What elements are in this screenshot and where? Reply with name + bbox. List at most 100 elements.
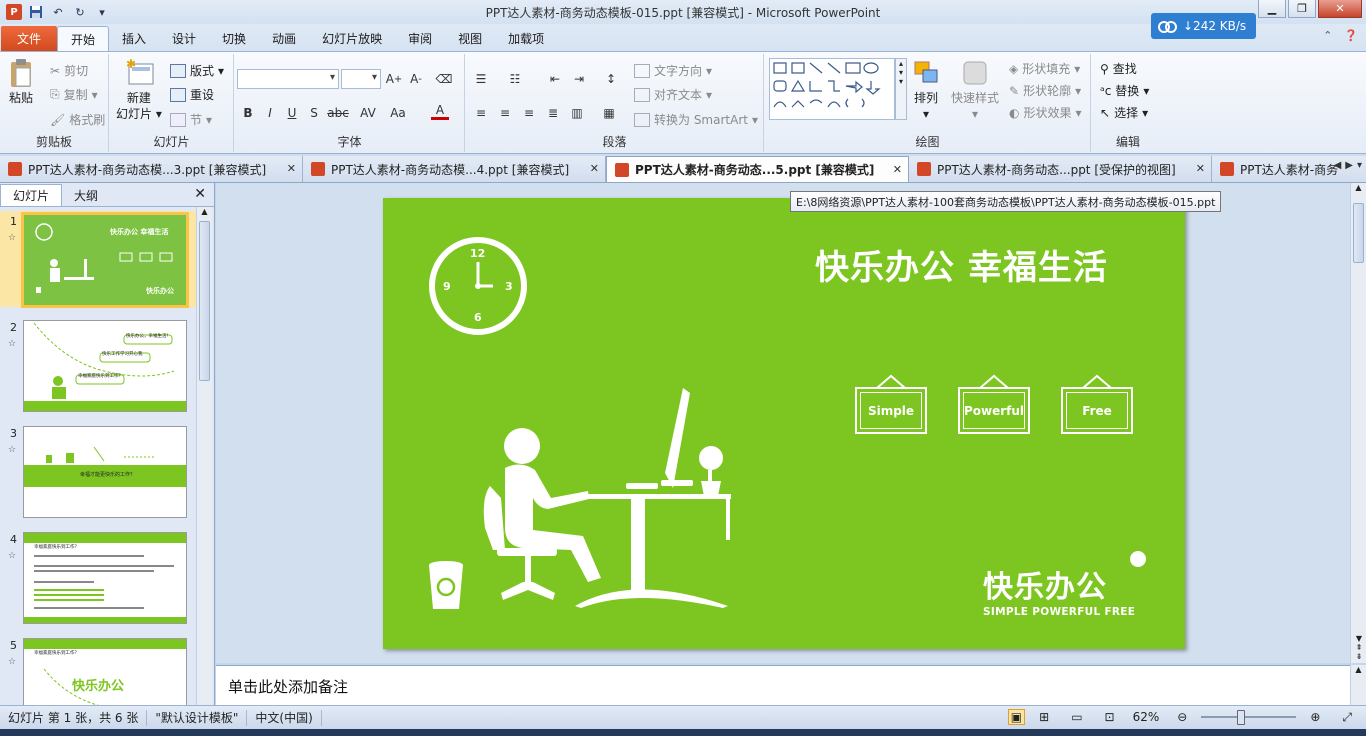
numbering-icon[interactable]: ☷ <box>506 70 524 88</box>
tab-insert[interactable]: 插入 <box>109 26 159 51</box>
slide-logo[interactable]: 快乐办公 SIMPLE POWERFUL FREE <box>983 562 1135 618</box>
slide-title[interactable]: 快乐办公 幸福生活 <box>815 240 1108 289</box>
current-slide[interactable]: 12 3 6 9 快乐办公 幸福生活 Simple Powerful Free … <box>383 198 1185 649</box>
select-button[interactable]: ↖ 选择 ▾ <box>1100 104 1148 121</box>
slide-thumbnail-row[interactable]: 5 ☆ 幸福家庭快乐到工作？ 快乐办公 <box>0 635 196 705</box>
tab-addins[interactable]: 加载项 <box>495 26 557 51</box>
zoom-in-icon[interactable]: ⊕ <box>1302 710 1328 724</box>
tab-design[interactable]: 设计 <box>159 26 209 51</box>
slide-nav-arrows[interactable]: ▼ ⇞ ⇟ <box>1351 634 1366 661</box>
zoom-out-icon[interactable]: ⊖ <box>1169 710 1195 724</box>
close-tab-icon[interactable]: ✕ <box>287 162 296 175</box>
copy-button[interactable]: ⎘ 复制 ▾ <box>50 86 98 103</box>
bullets-icon[interactable]: ☰ <box>472 70 490 88</box>
notes-pane[interactable]: 单击此处添加备注 <box>216 665 1350 705</box>
underline-icon[interactable]: U <box>283 104 301 122</box>
columns-icon[interactable]: ▦ <box>600 104 618 122</box>
grow-font-icon[interactable]: A + <box>385 70 403 88</box>
new-slide-button[interactable]: ✱ 新建 幻灯片 ▾ <box>116 58 162 122</box>
zoom-level[interactable]: 62% <box>1129 710 1164 724</box>
arrange-button[interactable]: 排列 ▾ <box>911 58 941 122</box>
frame-simple[interactable]: Simple <box>855 373 927 434</box>
minimize-button[interactable]: ▁ <box>1258 0 1286 18</box>
shape-effects-button[interactable]: ◐ 形状效果 ▾ <box>1009 104 1082 121</box>
text-direction-button[interactable]: 文字方向 ▾ <box>634 62 712 79</box>
convert-smartart-button[interactable]: 转换为 SmartArt ▾ <box>634 111 758 128</box>
slide-thumbnail-5[interactable]: 幸福家庭快乐到工作？ 快乐办公 <box>23 638 187 705</box>
close-tab-icon[interactable]: ✕ <box>1196 162 1205 175</box>
tab-view[interactable]: 视图 <box>445 26 495 51</box>
tab-slides-pane[interactable]: 幻灯片 <box>0 184 63 206</box>
slide-thumbnail-row[interactable]: 1 ☆ 快乐办公 快乐办公 幸福生活 <box>0 211 196 308</box>
char-spacing-icon[interactable]: AV <box>359 104 377 122</box>
shape-fill-button[interactable]: ◈ 形状填充 ▾ <box>1009 60 1080 77</box>
customize-qat-icon[interactable]: ▾ <box>94 4 110 20</box>
slide-thumbnail-2[interactable]: 快乐办公，幸福生活！ 快乐工作学习开心我 幸福家庭快乐到工作？ <box>23 320 187 412</box>
restore-button[interactable]: ❐ <box>1288 0 1316 18</box>
cut-button[interactable]: ✂ 剪切 <box>50 62 88 79</box>
close-button[interactable]: ✕ <box>1318 0 1362 18</box>
italic-icon[interactable]: I <box>261 104 279 122</box>
align-center-icon[interactable]: ≡ <box>496 104 514 122</box>
tab-file[interactable]: 文件 <box>1 26 57 51</box>
doc-tab[interactable]: PPT达人素材-商务动态...ppt [受保护的视图] ✕ <box>909 156 1212 182</box>
zoom-slider[interactable] <box>1201 710 1297 725</box>
clear-format-icon[interactable]: ⌫ <box>435 70 453 88</box>
undo-icon[interactable]: ↶ <box>50 4 66 20</box>
tab-list-icon[interactable]: ▾ <box>1357 160 1362 171</box>
layout-button[interactable]: 版式 ▾ <box>170 62 224 79</box>
minimize-ribbon-icon[interactable]: ⌃ <box>1323 29 1332 42</box>
slide-thumbnail-1[interactable]: 快乐办公 快乐办公 幸福生活 <box>21 212 189 308</box>
font-color-icon[interactable]: A <box>431 102 449 120</box>
slideshow-view-icon[interactable]: ⊡ <box>1097 710 1123 724</box>
tab-review[interactable]: 审阅 <box>395 26 445 51</box>
fit-to-window-icon[interactable]: ⤢ <box>1334 710 1360 725</box>
slides-pane-scrollbar[interactable]: ▲ <box>196 207 212 705</box>
slide-thumbnail-row[interactable]: 3 ☆ 幸福才能更快乐的工作？ <box>0 423 196 519</box>
scrollbar-thumb[interactable] <box>1353 203 1364 263</box>
doc-tab-active[interactable]: PPT达人素材-商务动态...5.ppt [兼容模式] ✕ <box>606 156 909 182</box>
distribute-icon[interactable]: ▥ <box>568 104 586 122</box>
notes-scrollbar[interactable]: ▲ <box>1350 665 1366 705</box>
redo-icon[interactable]: ↻ <box>72 4 88 20</box>
frame-free[interactable]: Free <box>1061 373 1133 434</box>
align-left-icon[interactable]: ≡ <box>472 104 490 122</box>
font-name-combo[interactable] <box>237 69 339 89</box>
close-tab-icon[interactable]: ✕ <box>590 162 599 175</box>
tab-animations[interactable]: 动画 <box>259 26 309 51</box>
section-button[interactable]: 节 ▾ <box>170 111 212 128</box>
tab-scroll-right-icon[interactable]: ▶ <box>1345 160 1353 171</box>
shrink-font-icon[interactable]: A- <box>407 70 425 88</box>
shapes-gallery[interactable] <box>769 58 895 120</box>
justify-icon[interactable]: ≣ <box>544 104 562 122</box>
close-pane-icon[interactable]: ✕ <box>194 186 206 202</box>
line-spacing-icon[interactable]: ↕ <box>602 70 620 88</box>
slide-thumbnail-row[interactable]: 2 ☆ 快乐办公，幸福生活！ 快乐工作学习开心我 幸福家庭快乐到工作？ <box>0 317 196 413</box>
change-case-icon[interactable]: Aa <box>389 104 407 122</box>
slide-sorter-icon[interactable]: ⊞ <box>1031 710 1057 724</box>
doc-tab[interactable]: PPT达人素材-商务动态模...4.ppt [兼容模式] ✕ <box>303 156 606 182</box>
strikethrough-icon[interactable]: abc <box>327 104 349 122</box>
align-right-icon[interactable]: ≡ <box>520 104 538 122</box>
tab-slideshow[interactable]: 幻灯片放映 <box>309 26 395 51</box>
quick-styles-button[interactable]: 快速样式 ▾ <box>951 58 999 122</box>
doc-tab[interactable]: PPT达人素材-商务动态模...3.ppt [兼容模式] ✕ <box>0 156 303 182</box>
scrollbar-thumb[interactable] <box>199 221 210 381</box>
find-button[interactable]: ⚲ 查找 <box>1100 60 1137 77</box>
replace-button[interactable]: ᵃc 替换 ▾ <box>1100 82 1149 99</box>
shapes-gallery-scroll[interactable]: ▴ ▾ ▾ <box>895 58 907 120</box>
font-size-combo[interactable] <box>341 69 381 89</box>
close-tab-icon[interactable]: ✕ <box>893 163 902 176</box>
format-painter-button[interactable]: 🖌 格式刷 <box>50 111 105 128</box>
paste-button[interactable]: 粘贴 <box>6 58 36 106</box>
reading-view-icon[interactable]: ▭ <box>1063 710 1090 724</box>
align-text-button[interactable]: 对齐文本 ▾ <box>634 86 712 103</box>
slide-thumbnail-3[interactable]: 幸福才能更快乐的工作？ <box>23 426 187 518</box>
bold-icon[interactable]: B <box>239 104 257 122</box>
tab-home[interactable]: 开始 <box>57 26 110 51</box>
shape-outline-button[interactable]: ✎ 形状轮廓 ▾ <box>1009 82 1081 99</box>
frame-powerful[interactable]: Powerful <box>958 373 1030 434</box>
tab-scroll-left-icon[interactable]: ◀ <box>1334 160 1342 171</box>
normal-view-icon[interactable]: ▣ <box>1007 709 1026 725</box>
slide-thumbnail-row[interactable]: 4 ☆ 幸福家庭快乐到工作？ <box>0 529 196 625</box>
